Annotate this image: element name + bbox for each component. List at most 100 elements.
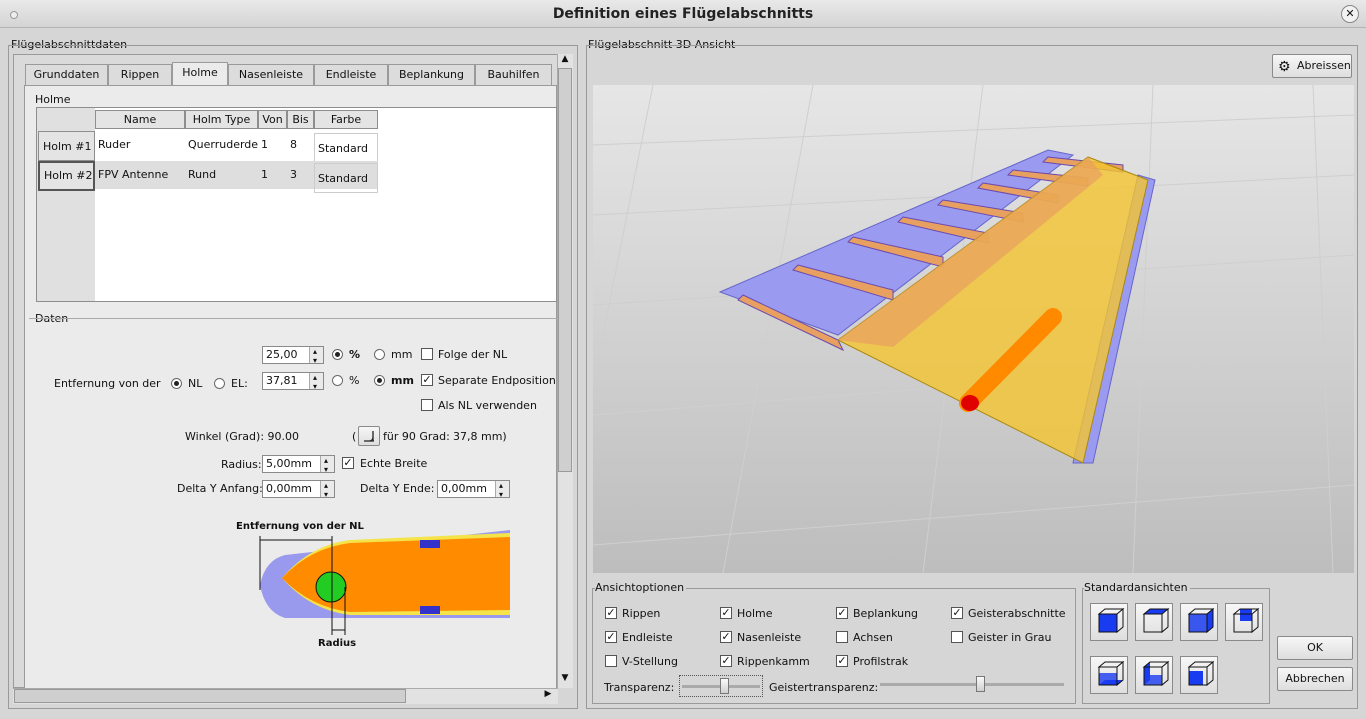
el-radio[interactable] <box>214 378 225 389</box>
transparenz-slider[interactable] <box>679 675 763 697</box>
cell-von-2[interactable]: 1 <box>258 160 287 190</box>
angle-button[interactable] <box>358 426 380 446</box>
scroll-right-icon[interactable]: ▶ <box>541 689 555 703</box>
scroll-down-icon[interactable]: ▼ <box>558 673 572 687</box>
vertical-scroll-thumb[interactable] <box>558 68 572 472</box>
el-label: EL: <box>231 377 248 390</box>
beplankung-checkbox[interactable]: ✓ <box>836 607 848 619</box>
tab-rippen[interactable]: Rippen <box>108 64 172 85</box>
profilstrak-label: Profilstrak <box>853 655 909 668</box>
folge-nl-checkbox[interactable] <box>421 348 433 360</box>
tab-endleiste[interactable]: Endleiste <box>314 64 388 85</box>
view-button-side[interactable] <box>1180 603 1218 641</box>
radius-input[interactable]: 5,00mm <box>262 453 335 478</box>
endleiste-checkbox[interactable]: ✓ <box>605 631 617 643</box>
abreissen-button[interactable]: ⚙ Abreissen <box>1272 54 1352 78</box>
folge-nl-label: Folge der NL <box>438 348 508 361</box>
cube-side-icon <box>1187 607 1215 634</box>
cell-bis-1[interactable]: 8 <box>287 130 314 160</box>
unit-percent-radio-1[interactable] <box>332 349 343 360</box>
scroll-up-icon[interactable]: ▲ <box>558 54 572 68</box>
column-header-bis[interactable]: Bis <box>287 110 314 129</box>
geister-grau-checkbox[interactable] <box>951 631 963 643</box>
horizontal-scroll-thumb[interactable] <box>14 689 406 703</box>
winkel-label: Winkel (Grad): 90.00 <box>185 430 300 443</box>
cube-bottom-icon <box>1097 660 1125 687</box>
cell-type-2[interactable]: Rund <box>185 160 258 190</box>
tab-beplankung[interactable]: Beplankung <box>388 64 475 85</box>
daten-divider <box>29 318 557 319</box>
v-stellung-label: V-Stellung <box>622 655 678 668</box>
ok-button[interactable]: OK <box>1277 636 1353 660</box>
profilstrak-checkbox[interactable]: ✓ <box>836 655 848 667</box>
holme-label: Holme <box>737 607 773 620</box>
nl-label: NL <box>188 377 203 390</box>
cell-bis-2[interactable]: 3 <box>287 160 314 190</box>
achsen-checkbox[interactable] <box>836 631 848 643</box>
unit-percent-radio-2[interactable] <box>332 375 343 386</box>
wing-3d-viewport[interactable] <box>593 85 1354 573</box>
separate-endposition-checkbox[interactable]: ✓ <box>421 374 433 386</box>
row-header-holm-1[interactable]: Holm #1 <box>38 131 95 161</box>
row-header-holm-2[interactable]: Holm #2 <box>38 161 95 191</box>
distance-end-input[interactable]: 37,81 <box>262 370 324 395</box>
view-button-iso[interactable] <box>1180 656 1218 694</box>
entfernung-label: Entfernung von der <box>54 377 161 390</box>
cube-iso-icon <box>1187 660 1215 687</box>
rippenkamm-checkbox[interactable]: ✓ <box>720 655 732 667</box>
gear-icon: ⚙ <box>1278 59 1291 75</box>
cube-top-icon <box>1142 607 1170 634</box>
geistertransparenz-label: Geistertransparenz: <box>769 681 879 694</box>
v-stellung-checkbox[interactable] <box>605 655 617 667</box>
delta-anfang-input[interactable]: 0,00mm <box>262 478 335 503</box>
geisterabschnitte-checkbox[interactable]: ✓ <box>951 607 963 619</box>
cell-name-1[interactable]: Ruder <box>95 130 185 160</box>
column-header-holm-type[interactable]: Holm Type <box>185 110 258 129</box>
view-button-front[interactable] <box>1090 603 1128 641</box>
title-bar: Definition eines Flügelabschnitts ✕ <box>0 0 1366 28</box>
als-nl-checkbox[interactable] <box>421 399 433 411</box>
fuer90-value: 37,8 mm) <box>453 430 507 443</box>
geisterabschnitte-label: Geisterabschnitte <box>968 607 1066 620</box>
delta-ende-input[interactable]: 0,00mm <box>437 478 510 503</box>
achsen-label: Achsen <box>853 631 893 644</box>
geistertransparenz-slider[interactable] <box>878 675 1068 697</box>
cell-von-1[interactable]: 1 <box>258 130 287 160</box>
unit-mm-radio-2[interactable] <box>374 375 385 386</box>
tab-nasenleiste[interactable]: Nasenleiste <box>228 64 314 85</box>
transparenz-thumb[interactable] <box>720 678 729 694</box>
view-button-back[interactable] <box>1225 603 1263 641</box>
rippen-checkbox[interactable]: ✓ <box>605 607 617 619</box>
column-header-farbe[interactable]: Farbe <box>314 110 378 129</box>
beplankung-label: Beplankung <box>853 607 919 620</box>
holme-checkbox[interactable]: ✓ <box>720 607 732 619</box>
window-title: Definition eines Flügelabschnitts <box>552 6 814 22</box>
cell-farbe-1[interactable]: Standard <box>314 133 378 163</box>
tab-grunddaten[interactable]: Grunddaten <box>25 64 108 85</box>
view-button-top[interactable] <box>1135 603 1173 641</box>
distance-start-input[interactable]: 25,00 <box>262 344 324 369</box>
view-button-left[interactable] <box>1135 656 1173 694</box>
paren-label: ( <box>352 430 357 443</box>
unit-mm-radio-1[interactable] <box>374 349 385 360</box>
tab-holme[interactable]: Holme <box>172 62 228 86</box>
cell-type-1[interactable]: Querruderde <box>185 130 258 160</box>
nasenleiste-checkbox[interactable]: ✓ <box>720 631 732 643</box>
radius-label: Radius: <box>221 458 262 471</box>
cell-farbe-2[interactable]: Standard <box>314 163 378 193</box>
close-button[interactable]: ✕ <box>1341 5 1359 23</box>
cube-back-icon <box>1232 607 1260 634</box>
view-button-bottom[interactable] <box>1090 656 1128 694</box>
nl-radio[interactable] <box>171 378 182 389</box>
unit-mm-label-1: mm <box>391 348 413 361</box>
geister-thumb[interactable] <box>976 676 985 692</box>
geister-grau-label: Geister in Grau <box>968 631 1052 644</box>
diagram-radius-label: Radius <box>318 638 357 649</box>
abbrechen-button[interactable]: Abbrechen <box>1277 667 1353 691</box>
tab-bauhilfen[interactable]: Bauhilfen <box>475 64 552 85</box>
unit-percent-label-2: % <box>349 374 360 387</box>
echte-breite-checkbox[interactable]: ✓ <box>342 457 354 469</box>
cell-name-2[interactable]: FPV Antenne <box>95 160 185 190</box>
column-header-name[interactable]: Name <box>95 110 185 129</box>
column-header-von[interactable]: Von <box>258 110 287 129</box>
